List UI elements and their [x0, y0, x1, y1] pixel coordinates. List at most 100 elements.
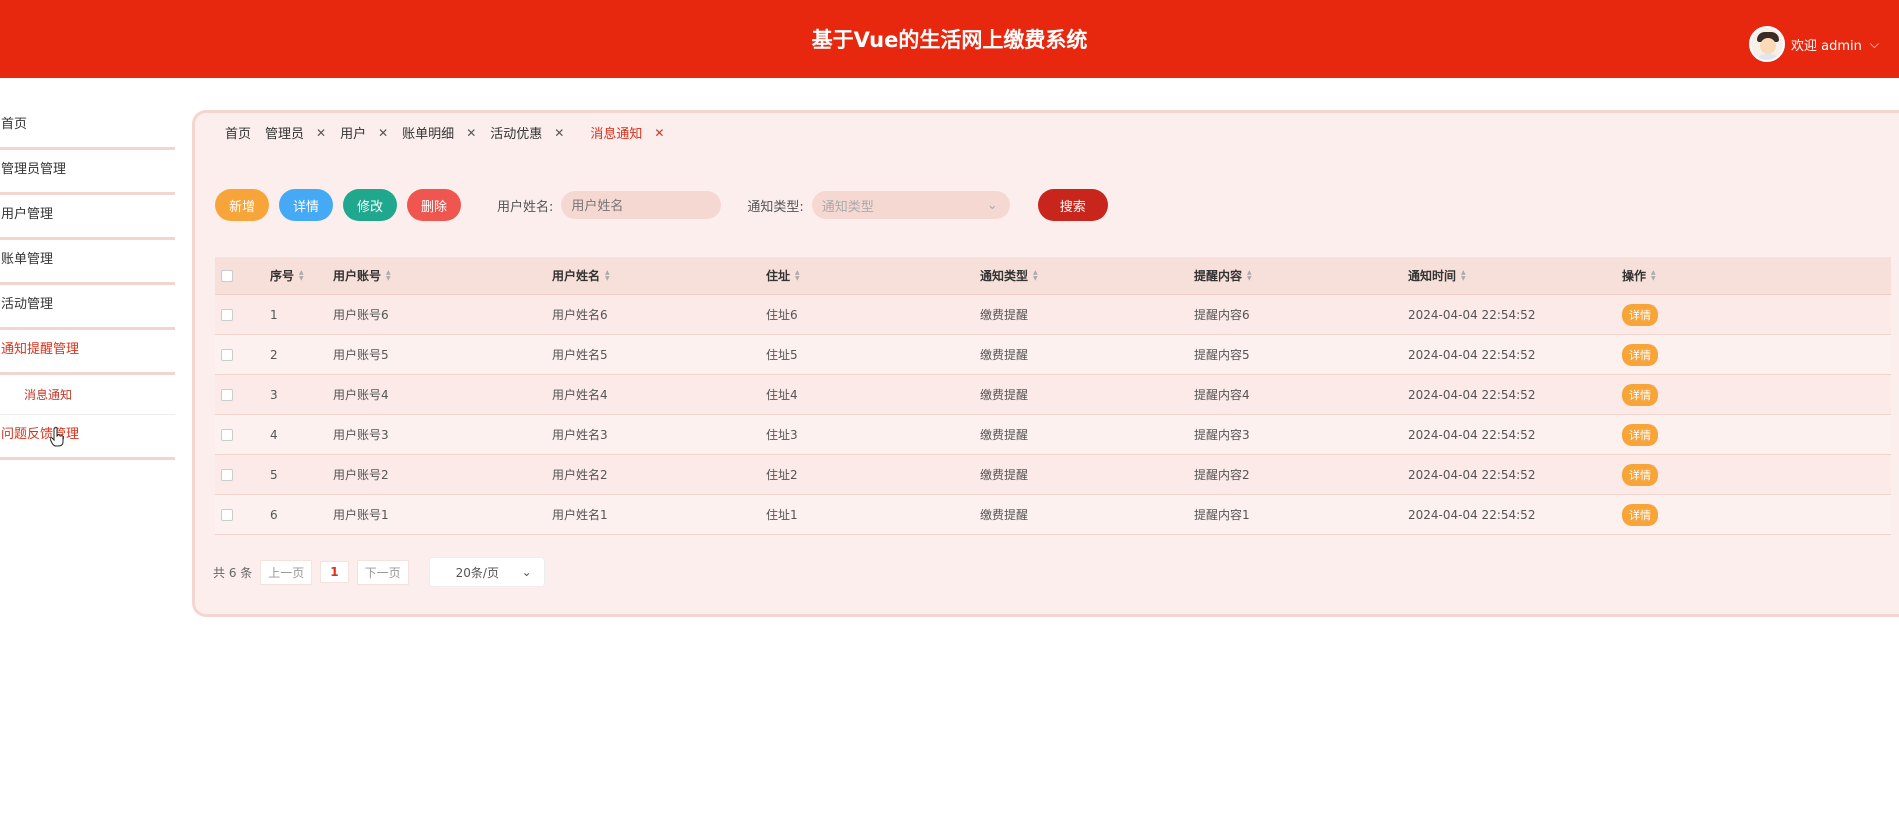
- table-row: 1 用户账号6 用户姓名6 住址6 缴费提醒 提醒内容6 2024-04-04 …: [215, 295, 1891, 335]
- cell-content: 提醒内容3: [1194, 428, 1250, 442]
- cell-type: 缴费提醒: [980, 348, 1029, 362]
- next-page-button[interactable]: 下一页: [356, 559, 409, 585]
- sort-icon[interactable]: ▲ ▼: [1033, 269, 1038, 282]
- cell-address: 住址6: [766, 308, 798, 322]
- row-detail-button[interactable]: 详情: [1622, 463, 1658, 486]
- sort-icon[interactable]: ▲ ▼: [299, 269, 304, 282]
- cell-account: 用户账号5: [333, 348, 389, 362]
- sort-icon[interactable]: ▲ ▼: [795, 269, 800, 282]
- column-header[interactable]: 操作: [1622, 267, 1646, 284]
- tab-home[interactable]: 首页: [225, 123, 251, 142]
- cell-name: 用户姓名5: [552, 348, 608, 362]
- row-checkbox[interactable]: [221, 468, 233, 481]
- detail-button[interactable]: 详情: [279, 189, 333, 221]
- cell-account: 用户账号2: [333, 468, 389, 482]
- tab-bills[interactable]: 账单明细 ✕: [402, 123, 476, 143]
- sidebar-item-home[interactable]: 首页: [0, 105, 175, 150]
- sort-icon[interactable]: ▲ ▼: [1461, 269, 1466, 282]
- tab-messages[interactable]: 消息通知 ✕: [590, 123, 664, 143]
- user-menu[interactable]: 欢迎 admin ⌵: [1749, 26, 1879, 62]
- sidebar-item-activities[interactable]: 活动管理: [0, 285, 175, 330]
- row-checkbox[interactable]: [221, 508, 233, 521]
- cell-address: 住址2: [766, 468, 798, 482]
- sort-icon[interactable]: ▲ ▼: [1247, 269, 1252, 282]
- row-checkbox[interactable]: [221, 348, 233, 361]
- cell-time: 2024-04-04 22:54:52: [1408, 307, 1536, 322]
- close-icon[interactable]: ✕: [378, 126, 388, 140]
- sidebar-item-feedback[interactable]: 问题反馈管理: [0, 415, 175, 460]
- sort-icon[interactable]: ▲ ▼: [386, 269, 391, 282]
- cell-content: 提醒内容1: [1194, 508, 1250, 522]
- tab-admin[interactable]: 管理员 ✕: [265, 123, 326, 143]
- tab-users[interactable]: 用户 ✕: [340, 123, 388, 143]
- row-checkbox[interactable]: [221, 428, 233, 441]
- chevron-down-icon: ⌄: [986, 197, 998, 213]
- column-header[interactable]: 通知时间: [1408, 267, 1456, 284]
- row-checkbox[interactable]: [221, 308, 233, 321]
- table-row: 2 用户账号5 用户姓名5 住址5 缴费提醒 提醒内容5 2024-04-04 …: [215, 335, 1891, 375]
- prev-page-button[interactable]: 上一页: [260, 559, 313, 585]
- tab-label: 活动优惠: [490, 127, 543, 142]
- page-size-select[interactable]: 20条/页 ⌄: [428, 557, 545, 587]
- cell-name: 用户姓名4: [552, 388, 608, 402]
- row-detail-button[interactable]: 详情: [1622, 423, 1658, 446]
- tab-label: 用户: [340, 127, 367, 142]
- table-row: 6 用户账号1 用户姓名1 住址1 缴费提醒 提醒内容1 2024-04-04 …: [215, 495, 1891, 535]
- cell-time: 2024-04-04 22:54:52: [1408, 387, 1536, 402]
- column-header[interactable]: 用户姓名: [552, 267, 600, 284]
- row-checkbox[interactable]: [221, 388, 233, 401]
- user-greeting: 欢迎 admin: [1791, 38, 1862, 54]
- cell-account: 用户账号6: [333, 308, 389, 322]
- select-all-checkbox[interactable]: [221, 269, 233, 282]
- row-detail-button[interactable]: 详情: [1622, 383, 1658, 406]
- main-panel: 首页 管理员 ✕ 用户 ✕ 账单明细 ✕ 活动优惠 ✕ 消息通知 ✕ 新增 详情 修改 删…: [192, 110, 1899, 617]
- sort-icon[interactable]: ▲ ▼: [1651, 269, 1656, 282]
- cell-time: 2024-04-04 22:54:52: [1408, 467, 1536, 482]
- row-detail-button[interactable]: 详情: [1622, 343, 1658, 366]
- total-count: 共 6 条: [213, 565, 253, 580]
- close-icon[interactable]: ✕: [554, 126, 564, 140]
- sort-icon[interactable]: ▲ ▼: [605, 269, 610, 282]
- add-button[interactable]: 新增: [215, 189, 269, 221]
- search-button[interactable]: 搜索: [1037, 189, 1108, 221]
- type-select-placeholder: 通知类型: [821, 199, 874, 215]
- sidebar-item-notifications[interactable]: 通知提醒管理: [0, 330, 175, 375]
- edit-button[interactable]: 修改: [343, 189, 397, 221]
- tab-bar: 首页 管理员 ✕ 用户 ✕ 账单明细 ✕ 活动优惠 ✕ 消息通知 ✕: [225, 123, 678, 143]
- column-header[interactable]: 住址: [766, 267, 790, 284]
- close-icon[interactable]: ✕: [316, 126, 326, 140]
- cell-account: 用户账号4: [333, 388, 389, 402]
- page-size-value: 20条/页: [455, 565, 499, 580]
- data-table: 序号 ▲ ▼ 用户账号 ▲ ▼ 用户姓名 ▲ ▼ 住址 ▲ ▼ 通知类型 ▲ ▼ 提醒内容 ▲ ▼ 通知…: [215, 257, 1891, 535]
- avatar[interactable]: [1749, 26, 1786, 62]
- column-header[interactable]: 通知类型: [980, 267, 1028, 284]
- column-header[interactable]: 序号: [270, 267, 294, 284]
- page-number[interactable]: 1: [320, 561, 349, 583]
- sidebar-item-users[interactable]: 用户管理: [0, 195, 175, 240]
- cell-account: 用户账号3: [333, 428, 389, 442]
- delete-button[interactable]: 删除: [407, 189, 461, 221]
- cell-content: 提醒内容4: [1194, 388, 1250, 402]
- cell-content: 提醒内容6: [1194, 308, 1250, 322]
- cell-index: 2: [270, 347, 278, 362]
- row-detail-button[interactable]: 详情: [1622, 303, 1658, 326]
- cell-index: 3: [270, 387, 278, 402]
- hand-cursor-icon: [50, 427, 64, 447]
- close-icon[interactable]: ✕: [654, 126, 664, 140]
- cell-content: 提醒内容2: [1194, 468, 1250, 482]
- tab-activities[interactable]: 活动优惠 ✕: [490, 123, 564, 143]
- chevron-down-icon: ⌄: [521, 565, 532, 579]
- row-detail-button[interactable]: 详情: [1622, 503, 1658, 526]
- cell-type: 缴费提醒: [980, 468, 1029, 482]
- sidebar-subitem-messages[interactable]: 消息通知: [0, 375, 175, 415]
- column-header[interactable]: 提醒内容: [1194, 267, 1242, 284]
- name-search-input[interactable]: [561, 191, 722, 219]
- chevron-down-icon[interactable]: ⌵: [1870, 37, 1879, 52]
- type-select[interactable]: 通知类型 ⌄: [811, 191, 1010, 219]
- table-row: 5 用户账号2 用户姓名2 住址2 缴费提醒 提醒内容2 2024-04-04 …: [215, 455, 1891, 495]
- sidebar-item-admin[interactable]: 管理员管理: [0, 150, 175, 195]
- sidebar-item-bills[interactable]: 账单管理: [0, 240, 175, 285]
- column-header[interactable]: 用户账号: [333, 267, 381, 284]
- close-icon[interactable]: ✕: [466, 126, 476, 140]
- cell-name: 用户姓名1: [552, 508, 608, 522]
